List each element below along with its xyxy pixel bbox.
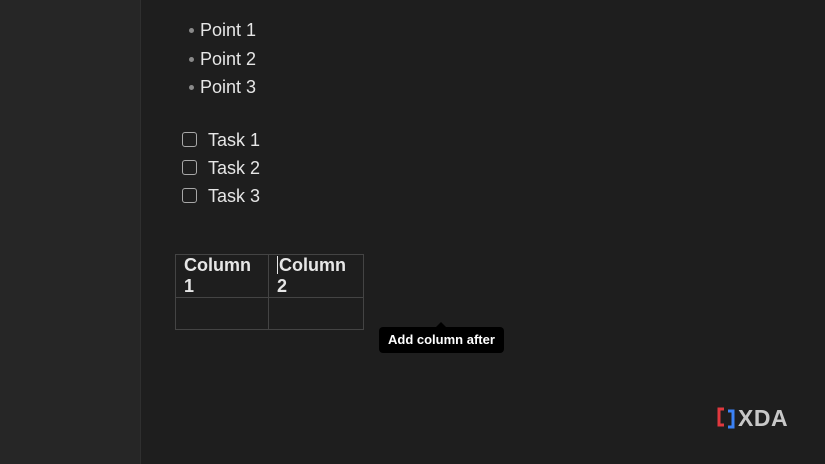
task-checkbox[interactable] (182, 132, 197, 147)
task-label: Task 1 (208, 130, 261, 150)
task-item[interactable]: Task 2 (182, 156, 260, 184)
task-checkbox[interactable] (182, 160, 197, 175)
xda-watermark: XDA (717, 405, 788, 431)
sidebar (0, 0, 141, 464)
bullet-dot-icon (189, 56, 194, 62)
text-cursor (277, 255, 278, 274)
markdown-table: Column 1 Column 2 (175, 254, 364, 330)
xda-logo-icon (717, 407, 735, 429)
table-header-text: Column 2 (277, 255, 346, 296)
bullet-item[interactable]: Point 3 (188, 75, 256, 104)
table-header-row: Column 1 Column 2 (175, 254, 364, 298)
bullet-dot-icon (189, 85, 194, 90)
task-item[interactable]: Task 1 (182, 128, 260, 156)
table-header-cell[interactable]: Column 2 (268, 254, 364, 298)
task-label: Task 2 (208, 158, 261, 178)
table-row (175, 297, 364, 330)
table-cell[interactable] (268, 297, 364, 330)
bullet-dot-icon (189, 28, 194, 33)
bullet-list: Point 1 Point 2 Point 3 (188, 18, 256, 104)
task-list: Task 1 Task 2 Task 3 (182, 128, 260, 212)
xda-logo-text: XDA (738, 404, 789, 431)
tooltip-add-column-after: Add column after (379, 327, 504, 353)
task-item[interactable]: Task 3 (182, 184, 260, 212)
task-checkbox[interactable] (182, 188, 197, 203)
bullet-text: Point 3 (200, 77, 257, 97)
bullet-item[interactable]: Point 1 (188, 18, 256, 47)
bullet-item[interactable]: Point 2 (188, 47, 256, 76)
bullet-text: Point 2 (200, 48, 257, 69)
app-window: Point 1 Point 2 Point 3 Task 1 Task 2 Ta… (0, 0, 825, 464)
task-label: Task 3 (208, 186, 261, 206)
table-cell[interactable] (175, 297, 269, 330)
table-header-cell[interactable]: Column 1 (175, 254, 269, 298)
table-header-text: Column 1 (184, 255, 251, 296)
bullet-text: Point 1 (200, 20, 257, 40)
